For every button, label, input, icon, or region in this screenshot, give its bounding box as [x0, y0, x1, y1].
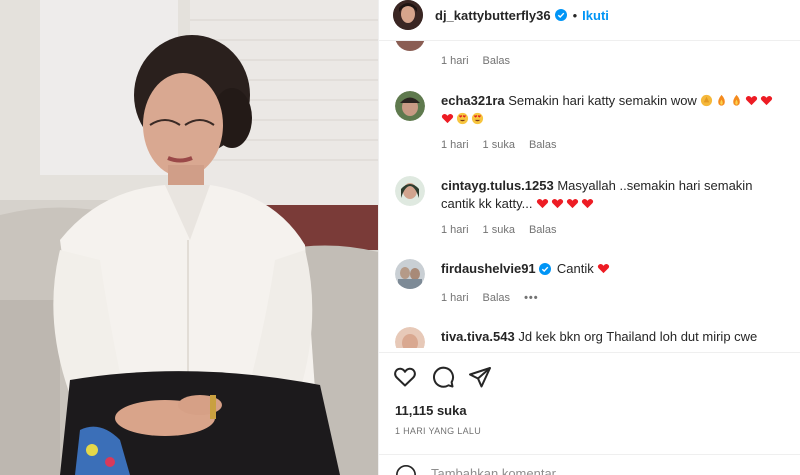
comment-username[interactable]: tiva.tiva.543 — [441, 329, 515, 344]
commenter-avatar-image — [395, 176, 425, 206]
reply-button[interactable]: Balas — [529, 224, 557, 236]
comment-body: firdaushelvie91 Cantik — [441, 260, 786, 278]
comment-meta: 1 hari Balas ••• — [441, 292, 539, 304]
comment-username[interactable]: cintayg.tulus.1253 — [441, 178, 554, 193]
comment-username[interactable]: echa321ra — [441, 93, 505, 108]
comment-meta: 1 hari Balas — [441, 55, 510, 67]
comment-body: tiva.tiva.543 Jd kek bkn org Thailand lo… — [441, 328, 786, 348]
add-comment-bar — [379, 454, 800, 475]
author-avatar-image — [393, 0, 423, 30]
comment-text: Semakin hari katty semakin wow — [508, 93, 697, 108]
heart-emoji — [761, 96, 773, 106]
comment-username[interactable]: firdaushelvie91 — [441, 261, 536, 276]
comments-list[interactable]: 1 hari Balas echa321ra Semakin hari katt… — [379, 40, 800, 348]
comment-avatar[interactable] — [395, 327, 425, 348]
comment-time: 1 hari — [441, 139, 469, 151]
comment-body: cintayg.tulus.1253 Masyallah ..semakin h… — [441, 177, 786, 213]
post-actions-bar — [379, 352, 800, 396]
fire-emoji — [718, 94, 726, 106]
heart-emoji — [598, 264, 610, 274]
comment-meta: 1 hari 1 suka Balas — [441, 139, 556, 151]
comment-options-button[interactable]: ••• — [524, 292, 539, 304]
comment-avatar[interactable] — [395, 176, 425, 206]
comment-avatar[interactable] — [395, 41, 425, 51]
commenter-avatar-image — [395, 327, 425, 348]
heart-emoji — [567, 199, 579, 209]
heart-eyes-emoji — [471, 112, 484, 125]
comment-avatar[interactable] — [395, 91, 425, 121]
commenter-avatar-image — [395, 91, 425, 121]
comment-time: 1 hari — [441, 292, 469, 304]
comment-text: Cantik — [556, 261, 594, 276]
comment-avatar[interactable] — [395, 259, 425, 289]
separator-dot: • — [572, 7, 578, 23]
smiley-icon[interactable] — [395, 464, 417, 475]
post-photo[interactable] — [0, 0, 378, 475]
comment-bubble-icon[interactable] — [431, 365, 455, 389]
post-image — [0, 0, 378, 475]
post-detail-panel: dj_kattybutterfly36 • Ikuti 1 hari Balas… — [378, 0, 800, 475]
reply-button[interactable]: Balas — [483, 55, 511, 67]
paper-plane-icon[interactable] — [468, 365, 492, 389]
heart-emoji — [582, 199, 594, 209]
comment-likes[interactable]: 1 suka — [483, 224, 515, 236]
heart-emoji — [537, 199, 549, 209]
post-timestamp: 1 HARI YANG LALU — [395, 426, 481, 436]
likes-count[interactable]: 11,115 suka — [395, 403, 467, 418]
comment-emojis — [536, 196, 596, 211]
heart-outline-icon[interactable] — [393, 365, 417, 389]
verified-badge-icon — [554, 9, 567, 21]
post-header: dj_kattybutterfly36 • Ikuti — [379, 0, 800, 30]
follow-button[interactable]: Ikuti — [582, 8, 609, 23]
reply-button[interactable]: Balas — [529, 139, 557, 151]
heart-eyes-emoji — [456, 112, 469, 125]
comment-time: 1 hari — [441, 224, 469, 236]
add-comment-input[interactable] — [431, 463, 761, 475]
comment-likes[interactable]: 1 suka — [483, 139, 515, 151]
verified-badge-icon — [539, 263, 552, 275]
comment-body: echa321ra Semakin hari katty semakin wow — [441, 92, 786, 128]
comment-meta: 1 hari 1 suka Balas — [441, 224, 556, 236]
fire-emoji — [733, 94, 741, 106]
heart-emoji — [552, 199, 564, 209]
commenter-avatar-image — [395, 259, 425, 289]
reply-button[interactable]: Balas — [483, 292, 511, 304]
heart-emoji — [441, 114, 454, 124]
comment-time: 1 hari — [441, 55, 469, 67]
author-avatar[interactable] — [393, 0, 423, 30]
clap-emoji — [701, 94, 713, 107]
author-username[interactable]: dj_kattybutterfly36 — [435, 8, 551, 23]
heart-emoji — [746, 96, 758, 106]
